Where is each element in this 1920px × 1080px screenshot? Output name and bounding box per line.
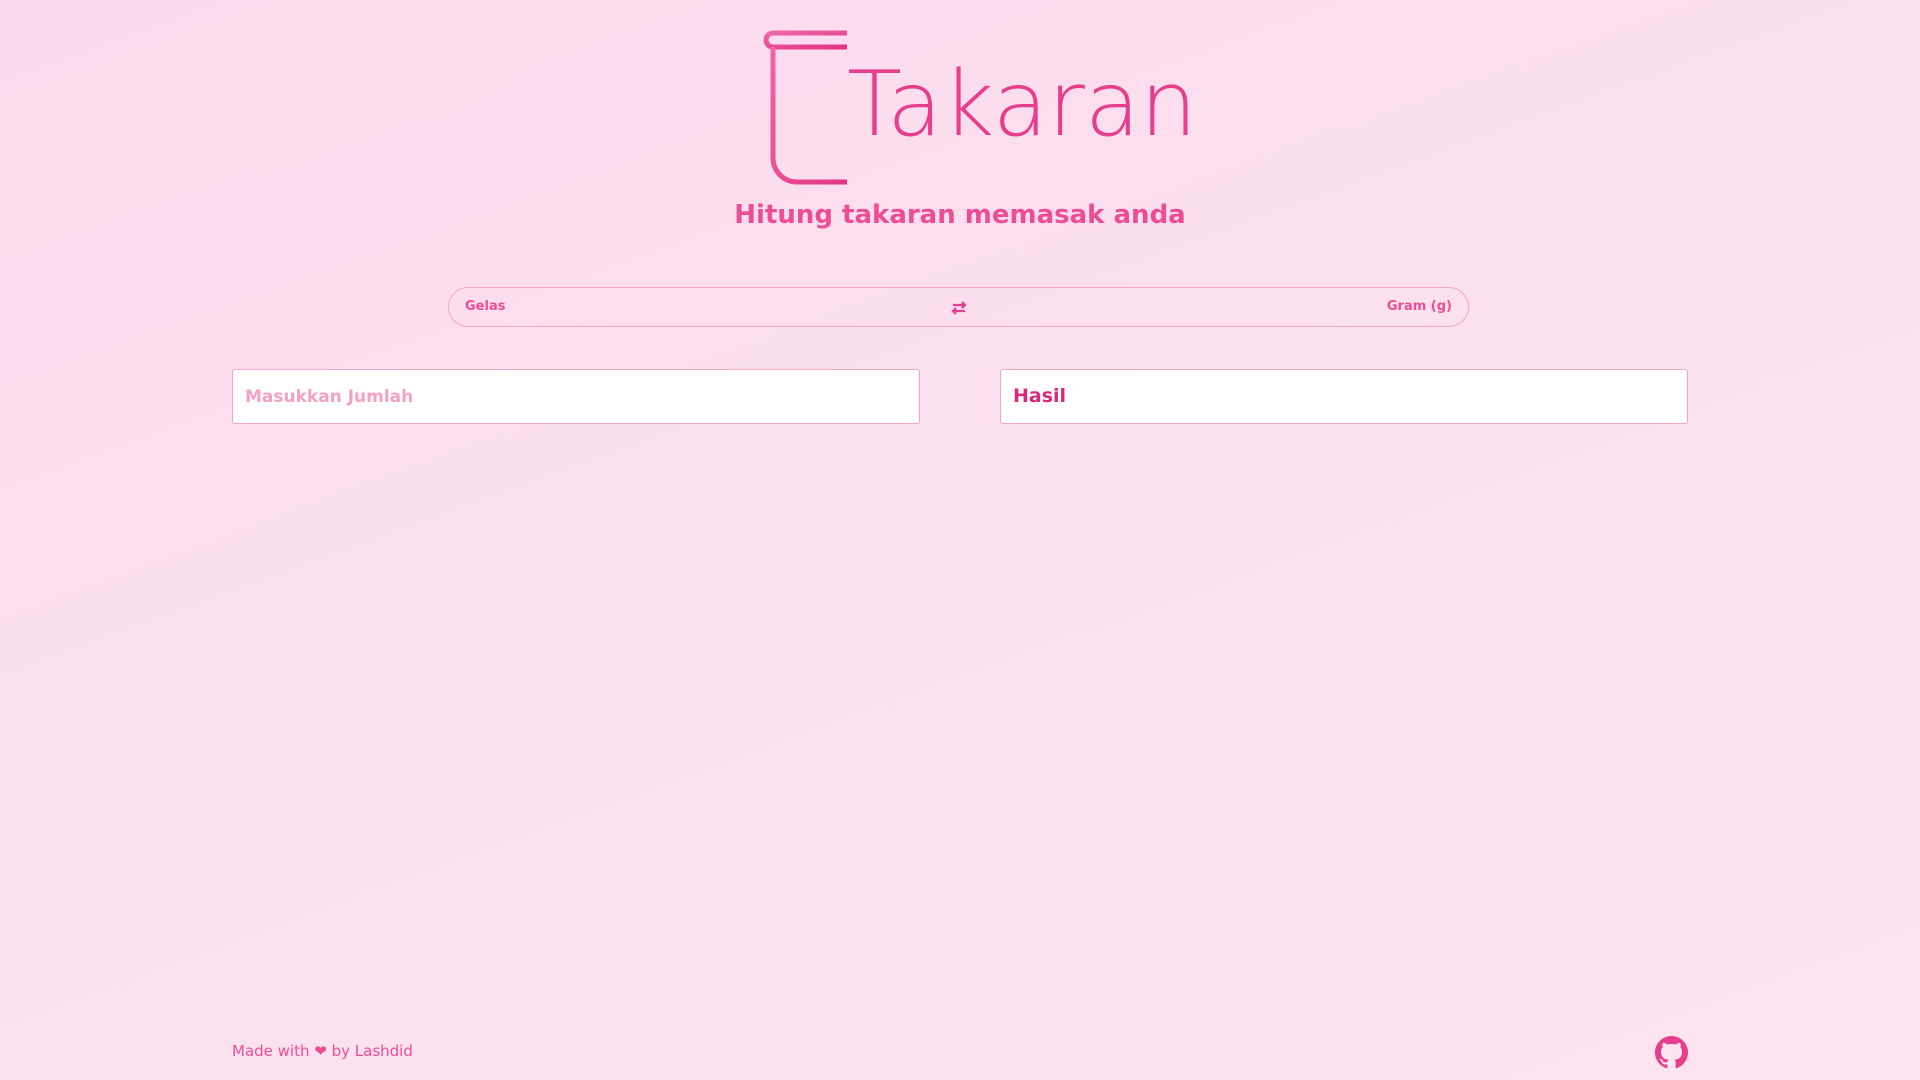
beaker-icon: [763, 30, 847, 185]
github-link[interactable]: [1655, 1036, 1688, 1069]
from-unit-select[interactable]: Gelas: [465, 299, 505, 314]
footer-credit: Made with ❤ by Lashdid: [232, 1042, 413, 1060]
result-label: Hasil: [1013, 385, 1067, 407]
swap-arrows-icon: [951, 301, 967, 315]
result-field: Hasil: [1000, 369, 1688, 424]
swap-units-button[interactable]: [949, 298, 969, 318]
amount-field: [232, 369, 920, 424]
heart-icon: ❤: [314, 1042, 327, 1060]
made-with-text: Made with: [232, 1042, 310, 1060]
github-icon: [1655, 1036, 1688, 1069]
amount-input[interactable]: [233, 370, 919, 423]
to-unit-select[interactable]: Gram (g): [1387, 299, 1452, 314]
unit-selector: Gelas Gram (g): [448, 287, 1469, 327]
subtitle: Hitung takaran memasak anda: [734, 200, 1186, 230]
author-link[interactable]: by Lashdid: [332, 1042, 413, 1060]
app-title: Takaran: [847, 52, 1198, 157]
logo: Takaran: [763, 30, 1197, 186]
